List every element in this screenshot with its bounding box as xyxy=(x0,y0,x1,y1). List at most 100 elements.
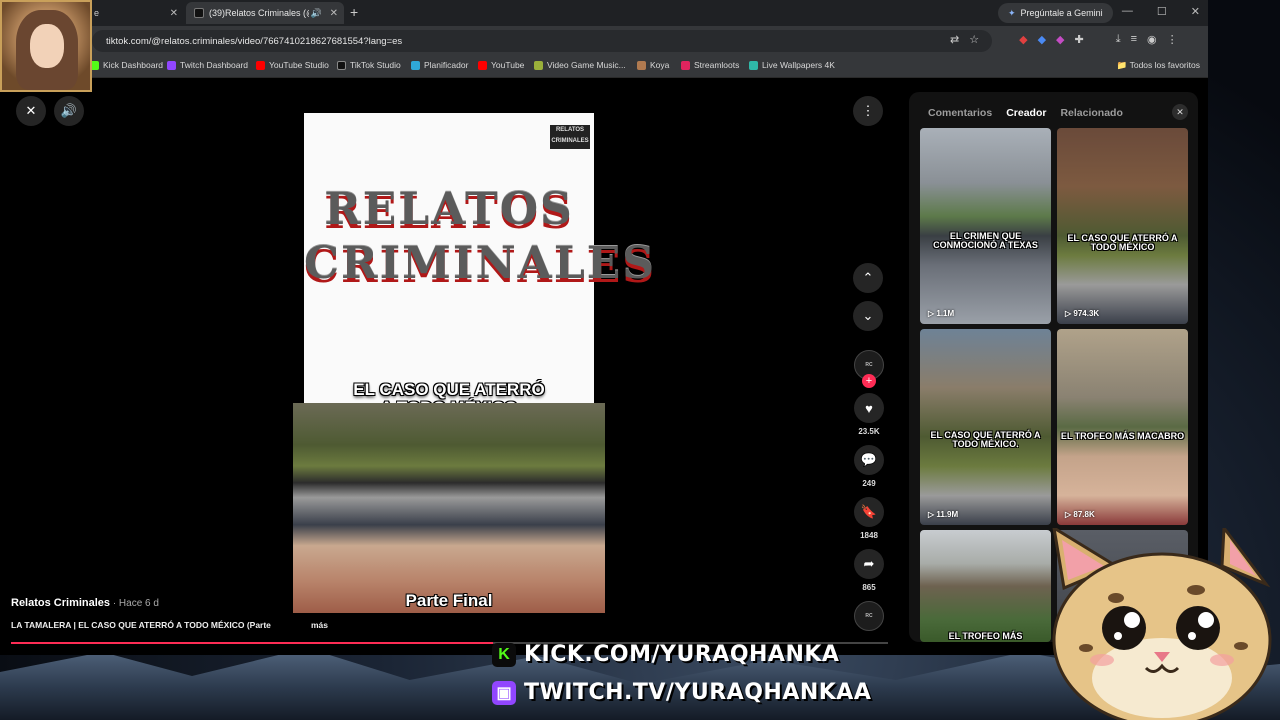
video-caption-bottom: Parte Final xyxy=(405,591,493,610)
thumb-title: EL CRIMEN QUE CONMOCIONÓ A TEXAS xyxy=(933,231,1038,250)
thumb-title: EL TROFEO MÁS xyxy=(948,631,1023,641)
bookmark-item[interactable]: TikTok Studio xyxy=(337,60,401,70)
window-controls: — ☐ ✕ xyxy=(1122,5,1200,18)
tab-close-icon[interactable]: ✕ xyxy=(170,8,178,19)
video-description: LA TAMALERA | EL CASO QUE ATERRÓ A TODO … xyxy=(11,620,271,630)
bookmark-label: Kick Dashboard xyxy=(103,60,164,70)
bookmark-item[interactable]: Live Wallpapers 4K xyxy=(749,60,835,70)
bookmark-label: YouTube xyxy=(491,60,525,70)
extension-icon[interactable]: ◆ xyxy=(1038,33,1046,46)
extension-icon[interactable]: ◆ xyxy=(1019,33,1027,46)
thumb-views: ▷ 87.8K xyxy=(1065,510,1095,519)
author-info[interactable]: Relatos Criminales · Hace 6 d xyxy=(11,597,159,609)
tab-active[interactable]: (39)Relatos Criminales (@re 🔊 ✕ xyxy=(186,2,344,24)
share-button[interactable]: ➦ 865 xyxy=(848,549,890,592)
browser-window: e ✕ (39)Relatos Criminales (@re 🔊 ✕ + ✦ … xyxy=(0,0,1208,655)
view-count: 87.8K xyxy=(1073,510,1095,519)
thumb-views: ▷ 11.9M xyxy=(928,510,959,519)
tab-inactive[interactable]: e ✕ xyxy=(86,2,184,24)
tab-close-icon[interactable]: ✕ xyxy=(330,8,338,19)
close-video-icon[interactable]: ✕ xyxy=(16,96,46,126)
new-tab-icon[interactable]: + xyxy=(350,4,358,20)
gemini-icon: ✦ xyxy=(1008,7,1016,18)
download-icon[interactable]: ⤓ xyxy=(1116,33,1121,46)
comment-count: 249 xyxy=(862,479,876,488)
watermark-line: CRIMINALES xyxy=(551,138,589,144)
streamloots-icon xyxy=(681,60,690,70)
video-player[interactable]: RELATOS CRIMINALES RELATOS CRIMINALES EL… xyxy=(293,113,654,613)
koya-icon xyxy=(637,60,646,70)
volume-icon[interactable]: 🔊 xyxy=(54,96,84,126)
panel-tabs: Comentarios Creador Relacionado xyxy=(928,107,1123,119)
next-video-icon[interactable]: ⌄ xyxy=(853,301,883,331)
twitch-icon xyxy=(167,60,176,70)
bookmark-item[interactable]: Planificador xyxy=(411,60,468,70)
tab-related[interactable]: Relacionado xyxy=(1060,107,1122,119)
video-thumbnail[interactable]: EL CASO QUE ATERRÓ A TODO MÉXICO ▷ 974.3… xyxy=(1057,128,1188,324)
video-thumbnail[interactable]: EL CASO QUE ATERRÓ A TODO MÉXICO. ▷ 11.9… xyxy=(920,329,1051,525)
bookmark-item[interactable]: Kick Dashboard xyxy=(90,60,163,70)
extension-icon[interactable]: ◆ xyxy=(1056,33,1064,46)
like-button[interactable]: ♥ 23.5K xyxy=(848,393,890,436)
post-time: · Hace 6 d xyxy=(110,598,159,609)
bookmark-label: Video Game Music... xyxy=(547,60,626,70)
toolbar-icons: ⇄ ☆ ◆ ◆ ◆ ✚ ⤓ ≡ ◉ ⋮ xyxy=(950,33,1178,46)
video-thumbnail[interactable]: EL TROFEO MÁS MACABRO ▷ 87.8K xyxy=(1057,329,1188,525)
translate-icon[interactable]: ⇄ xyxy=(950,33,959,46)
close-panel-icon[interactable]: ✕ xyxy=(1172,104,1188,120)
media-queue-icon[interactable]: ≡ xyxy=(1131,33,1137,46)
planner-icon xyxy=(411,60,420,70)
caption-line: EL CASO QUE ATERRÓ xyxy=(353,380,545,399)
twitch-icon: ▣ xyxy=(492,680,516,705)
bookmark-item[interactable]: YouTube Studio xyxy=(256,60,329,70)
video-thumbnail[interactable]: EL TROFEO MÁS xyxy=(920,530,1051,642)
creator-avatar[interactable]: RC + xyxy=(848,350,890,388)
thumb-views: ▷ 974.3K xyxy=(1065,309,1100,318)
wallpaper-icon xyxy=(749,60,758,70)
sound-disc[interactable]: RC xyxy=(848,601,890,631)
bookmark-star-icon[interactable]: ☆ xyxy=(969,33,979,46)
close-window-icon[interactable]: ✕ xyxy=(1191,5,1200,18)
kick-icon: K xyxy=(492,642,516,667)
stream-social-overlay: K KICK.COM/YURAQHANKA ▣ TWITCH.TV/YURAQH… xyxy=(492,640,871,716)
comment-button[interactable]: 💬 249 xyxy=(848,445,890,488)
tab-comments[interactable]: Comentarios xyxy=(928,107,992,119)
kick-link: K KICK.COM/YURAQHANKA xyxy=(492,642,839,667)
comment-icon: 💬 xyxy=(854,445,884,475)
save-button[interactable]: 🔖 1848 xyxy=(848,497,890,540)
gemini-button[interactable]: ✦ Pregúntale a Gemini xyxy=(998,3,1113,23)
webcam-face xyxy=(30,24,64,68)
menu-dots-icon[interactable]: ⋮ xyxy=(1167,33,1178,46)
previous-video-icon[interactable]: ⌃ xyxy=(853,263,883,293)
tiktok-favicon-icon xyxy=(194,8,204,18)
bookmark-item[interactable]: YouTube xyxy=(478,60,524,70)
address-bar-row: tiktok.com/@relatos.criminales/video/766… xyxy=(0,26,1208,56)
bookmark-item[interactable]: Koya xyxy=(637,60,669,70)
bookmarks-bar: Kick Dashboard Twitch Dashboard YouTube … xyxy=(0,56,1208,78)
bookmark-item[interactable]: Twitch Dashboard xyxy=(167,60,248,70)
share-count: 865 xyxy=(862,583,876,592)
more-link[interactable]: más xyxy=(311,620,328,630)
gemini-label: Pregúntale a Gemini xyxy=(1020,8,1103,18)
url-field[interactable]: tiktok.com/@relatos.criminales/video/766… xyxy=(92,30,992,52)
more-options-icon[interactable]: ⋮ xyxy=(853,96,883,126)
music-disc-icon: RC xyxy=(854,601,884,631)
bookmark-item[interactable]: Video Game Music... xyxy=(534,60,626,70)
channel-watermark: RELATOS CRIMINALES xyxy=(550,125,590,149)
bookmark-item[interactable]: Streamloots xyxy=(681,60,739,70)
maximize-icon[interactable]: ☐ xyxy=(1157,5,1167,18)
thumb-title: EL CASO QUE ATERRÓ A TODO MÉXICO xyxy=(1067,233,1178,252)
minimize-icon[interactable]: — xyxy=(1122,5,1133,18)
tiktok-icon xyxy=(337,60,346,70)
tab-creator[interactable]: Creador xyxy=(1006,107,1046,119)
share-icon: ➦ xyxy=(854,549,884,579)
profile-avatar-icon[interactable]: ◉ xyxy=(1147,33,1157,46)
author-name[interactable]: Relatos Criminales xyxy=(11,597,110,609)
video-thumbnail[interactable]: EL CRIMEN QUE CONMOCIONÓ A TEXAS ▷ 1.1M xyxy=(920,128,1051,324)
extensions-puzzle-icon[interactable]: ✚ xyxy=(1075,33,1084,46)
tab-audio-icon[interactable]: 🔊 xyxy=(311,8,322,19)
tab-strip: e ✕ (39)Relatos Criminales (@re 🔊 ✕ + ✦ … xyxy=(0,0,1208,26)
heart-icon: ♥ xyxy=(854,393,884,423)
all-bookmarks-folder[interactable]: 📁 Todos los favoritos xyxy=(1117,60,1200,71)
follow-plus-icon[interactable]: + xyxy=(862,374,876,388)
